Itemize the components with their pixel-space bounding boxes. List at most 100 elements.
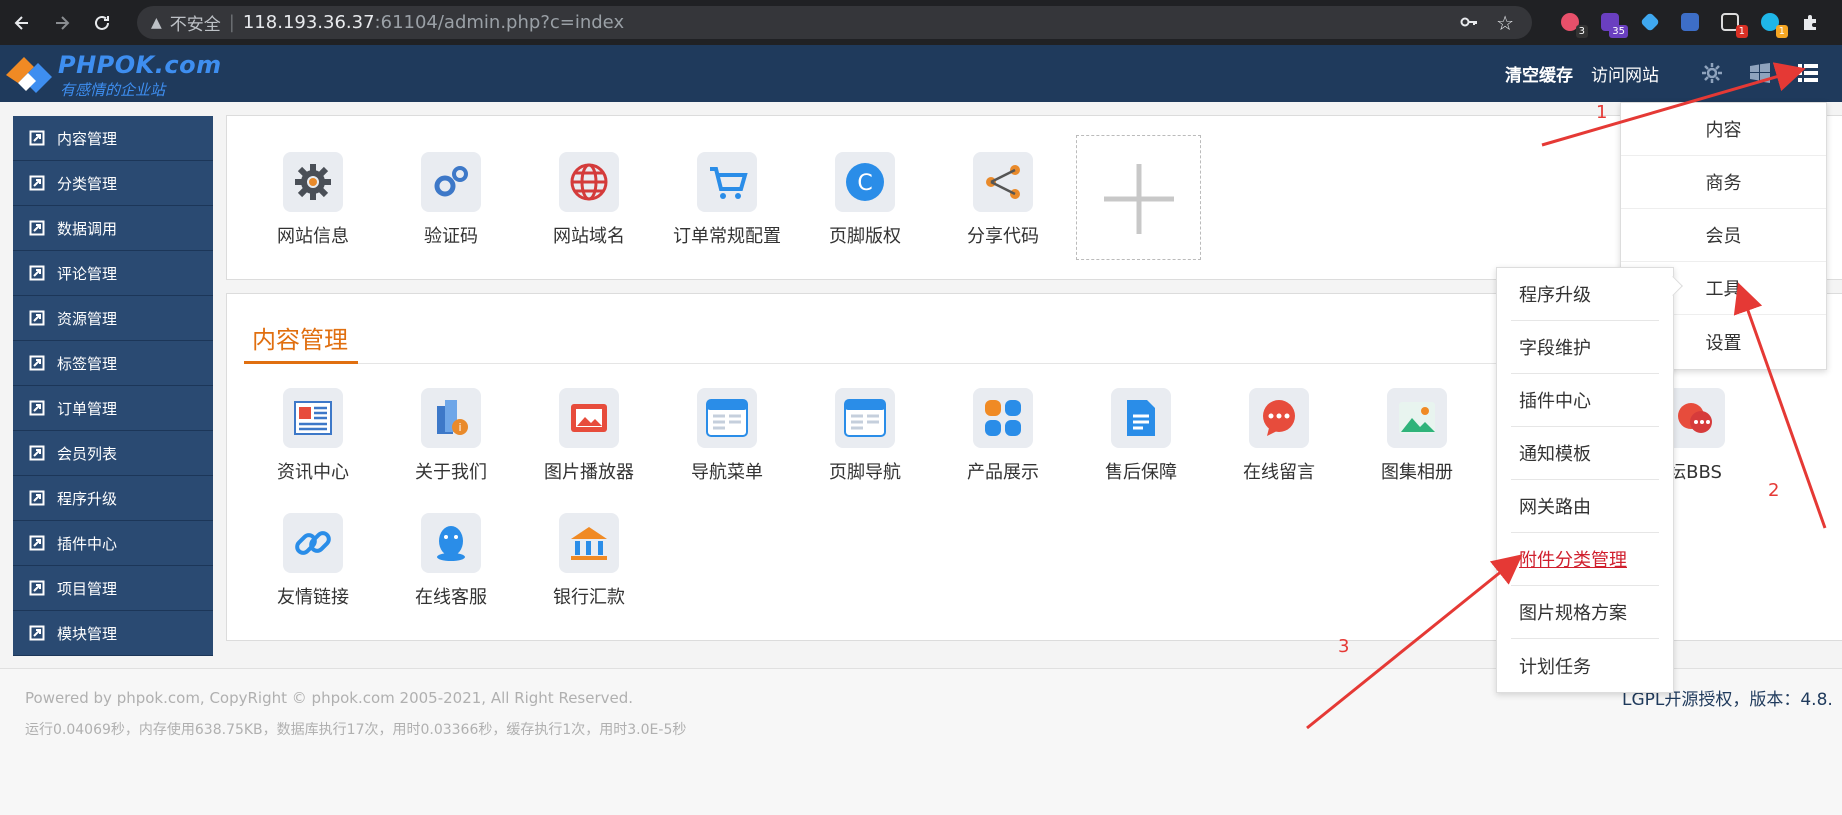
annotation-label-3: 3	[1338, 636, 1350, 657]
windows-icon[interactable]	[1746, 59, 1774, 87]
settings-gear-icon[interactable]	[1698, 59, 1726, 87]
sidebar-item[interactable]: 评论管理	[13, 251, 213, 296]
key-icon[interactable]	[1460, 13, 1478, 31]
cart-icon	[697, 152, 757, 212]
bookmark-star-icon[interactable]: ☆	[1496, 11, 1514, 35]
extension-2[interactable]: 35	[1596, 8, 1628, 38]
extension-4[interactable]	[1676, 8, 1704, 36]
tile-product[interactable]: 产品展示	[938, 378, 1068, 498]
tile-footer-nav[interactable]: 页脚导航	[800, 378, 930, 498]
reload-button[interactable]	[84, 5, 120, 41]
add-shortcut-button[interactable]	[1076, 135, 1201, 260]
forward-button[interactable]	[44, 5, 80, 41]
tile-label: 验证码	[424, 226, 478, 247]
tile-cart[interactable]: 订单常规配置	[662, 142, 792, 262]
puzzle-icon[interactable]	[1796, 8, 1824, 36]
tile-link[interactable]: 友情链接	[248, 503, 378, 623]
extension-6[interactable]: 1	[1756, 8, 1788, 38]
external-link-icon	[29, 265, 45, 281]
menu-item[interactable]: 内容	[1621, 103, 1826, 156]
submenu-item[interactable]: 通知模板	[1511, 427, 1659, 480]
logo[interactable]: PHPOK.com 有感情的企业站	[4, 49, 244, 99]
header-icons	[1698, 59, 1822, 87]
tile-share[interactable]: 分享代码	[938, 142, 1068, 262]
sidebar-item[interactable]: 分类管理	[13, 161, 213, 206]
reload-icon	[95, 15, 109, 30]
tile-globe[interactable]: 网站域名	[524, 142, 654, 262]
tile-label: 图片播放器	[544, 462, 634, 483]
external-link-icon	[29, 445, 45, 461]
tile-document[interactable]: 售后保障	[1076, 378, 1206, 498]
tile-label: 关于我们	[415, 462, 487, 483]
admin-header: PHPOK.com 有感情的企业站 清空缓存 访问网站	[0, 45, 1842, 102]
tile-label: 页脚版权	[829, 226, 901, 247]
sidebar-item[interactable]: 程序升级	[13, 476, 213, 521]
sidebar-item[interactable]: 会员列表	[13, 431, 213, 476]
tools-submenu: 程序升级 字段维护 插件中心 通知模板 网关路由 附件分类管理 图片规格方案 计划任务	[1496, 267, 1674, 693]
sidebar-item[interactable]: 订单管理	[13, 386, 213, 431]
submenu-item[interactable]: 网关路由	[1511, 480, 1659, 533]
sidebar-item[interactable]: 项目管理	[13, 566, 213, 611]
tile-label: 网站域名	[553, 226, 625, 247]
clear-cache-link[interactable]: 清空缓存	[1505, 61, 1573, 86]
share-icon	[973, 152, 1033, 212]
nav-menu-icon	[697, 388, 757, 448]
external-link-icon	[29, 355, 45, 371]
menu-item[interactable]: 商务	[1621, 156, 1826, 209]
menu-item[interactable]: 会员	[1621, 209, 1826, 262]
annotation-label-1: 1	[1596, 102, 1608, 123]
sidebar-item[interactable]: 插件中心	[13, 521, 213, 566]
tile-qq[interactable]: 在线客服	[386, 503, 516, 623]
tile-label: 订单常规配置	[673, 226, 781, 247]
tile-about[interactable]: i 关于我们	[386, 378, 516, 498]
qq-icon	[421, 513, 481, 573]
tile-news[interactable]: 资讯中心	[248, 378, 378, 498]
address-bar[interactable]: ▲ 不安全 | 118.193.36.37 :61104/admin.php?c…	[137, 6, 1532, 39]
tile-gear[interactable]: 网站信息	[248, 142, 378, 262]
tile-message[interactable]: 在线留言	[1214, 378, 1344, 498]
sidebar-item-label: 订单管理	[57, 399, 118, 418]
tile-copyright[interactable]: C 页脚版权	[800, 142, 930, 262]
sidebar-item-label: 资源管理	[57, 309, 118, 328]
tile-nav-menu[interactable]: 导航菜单	[662, 378, 792, 498]
browser-toolbar: ▲ 不安全 | 118.193.36.37 :61104/admin.php?c…	[0, 0, 1842, 45]
external-link-icon	[29, 220, 45, 236]
url-separator: |	[228, 12, 235, 33]
tile-label: 售后保障	[1105, 462, 1177, 483]
back-button[interactable]	[4, 5, 40, 41]
sidebar-item[interactable]: 内容管理	[13, 116, 213, 161]
submenu-item[interactable]: 计划任务	[1511, 639, 1659, 692]
external-link-icon	[29, 625, 45, 641]
submenu-item-active[interactable]: 附件分类管理	[1511, 533, 1659, 586]
extension-1[interactable]: 3	[1556, 8, 1588, 38]
menu-list-icon[interactable]	[1794, 59, 1822, 87]
sidebar-item-label: 数据调用	[57, 219, 118, 238]
tile-album[interactable]: 图集相册	[1352, 378, 1482, 498]
sidebar-item-label: 程序升级	[57, 489, 118, 508]
submenu-item[interactable]: 字段维护	[1511, 321, 1659, 374]
sidebar-item[interactable]: 模块管理	[13, 611, 213, 656]
sidebar-item[interactable]: 资源管理	[13, 296, 213, 341]
tile-bank[interactable]: 银行汇款	[524, 503, 654, 623]
about-icon: i	[421, 388, 481, 448]
tile-gears[interactable]: 验证码	[386, 142, 516, 262]
sidebar-item[interactable]: 数据调用	[13, 206, 213, 251]
submenu-item[interactable]: 插件中心	[1511, 374, 1659, 427]
extension-badge: 1	[1775, 25, 1788, 38]
submenu-item[interactable]: 图片规格方案	[1511, 586, 1659, 639]
tile-label: 产品展示	[967, 462, 1039, 483]
section-underline	[244, 361, 358, 364]
extension-3[interactable]	[1636, 8, 1664, 36]
tile-label: 在线留言	[1243, 462, 1315, 483]
extension-badge: 35	[1609, 25, 1628, 38]
header-links: 清空缓存 访问网站	[1505, 61, 1659, 86]
insecure-label: 不安全	[169, 15, 221, 35]
logo-name: PHPOK.com	[58, 51, 222, 79]
external-link-icon	[29, 580, 45, 596]
sidebar-item[interactable]: 标签管理	[13, 341, 213, 386]
visit-site-link[interactable]: 访问网站	[1591, 61, 1659, 86]
submenu-item[interactable]: 程序升级	[1511, 268, 1659, 321]
tile-image-player[interactable]: 图片播放器	[524, 378, 654, 498]
extension-5[interactable]: 1	[1716, 8, 1748, 38]
section-title: 内容管理	[252, 326, 348, 354]
